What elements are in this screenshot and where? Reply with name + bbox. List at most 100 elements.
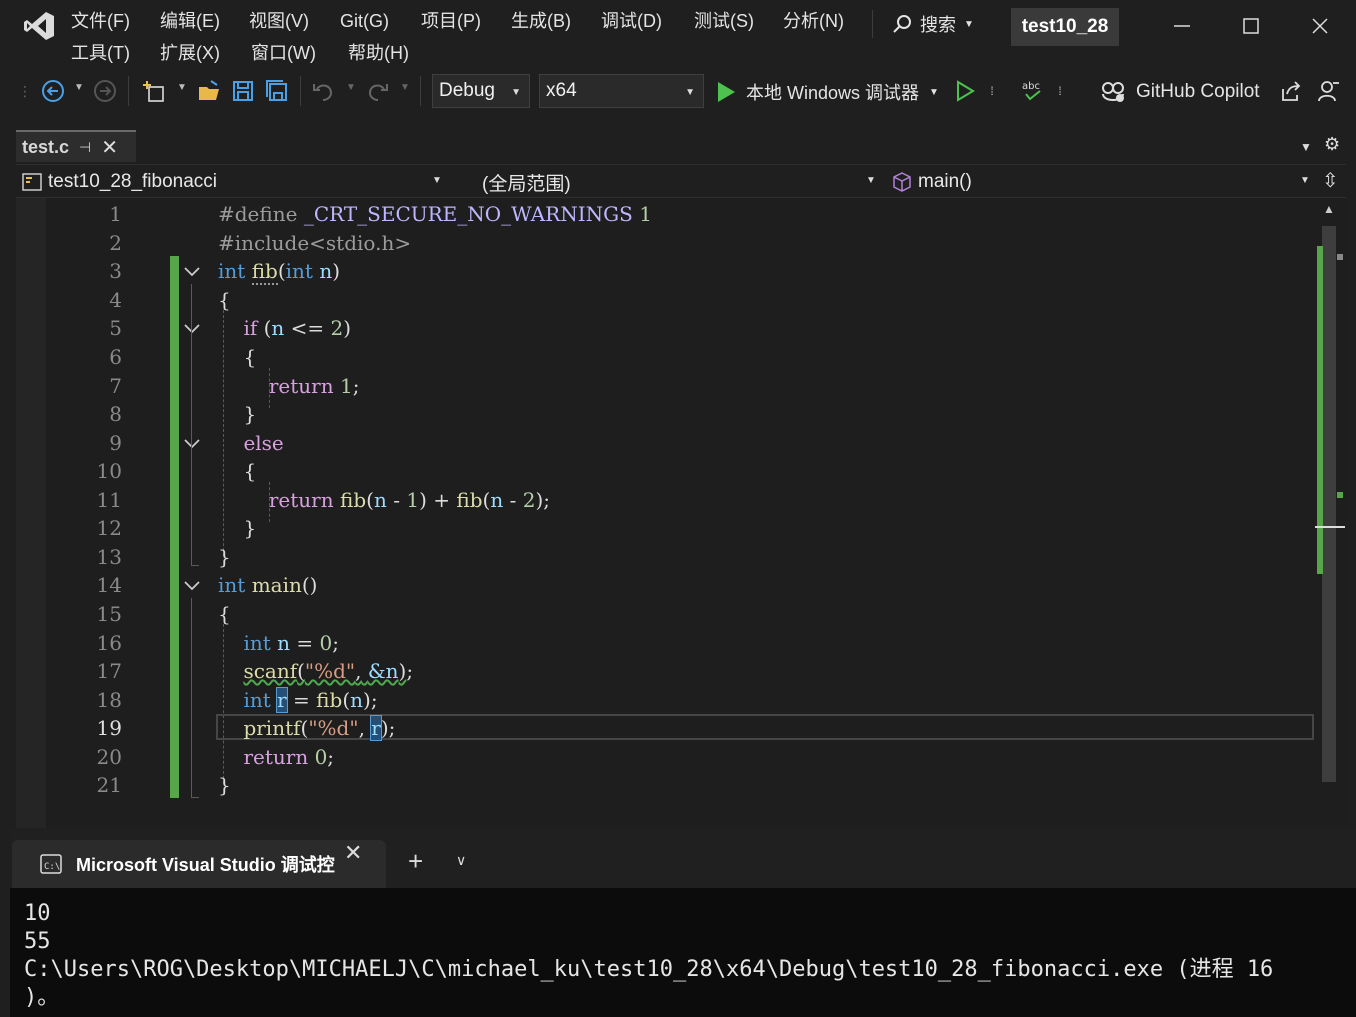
collapse-chevron-icon[interactable]: [182, 575, 202, 595]
menu-build[interactable]: 生成(B): [511, 9, 571, 33]
console-tab[interactable]: C:\ Microsoft Visual Studio 调试控: [12, 840, 386, 888]
code-line-12[interactable]: }: [218, 514, 256, 542]
code-line-5[interactable]: if (n <= 2): [218, 314, 351, 342]
solution-name-badge[interactable]: test10_28: [1011, 8, 1119, 46]
chevron-down-icon: ▼: [964, 18, 974, 30]
code-line-14[interactable]: int main(): [218, 571, 317, 599]
code-line-2[interactable]: #include<stdio.h>: [218, 229, 411, 257]
menu-debug[interactable]: 调试(D): [601, 9, 662, 33]
console-output-line: 10: [24, 901, 51, 926]
search-button[interactable]: 搜索 ▼: [892, 10, 974, 38]
scrollbar-thumb[interactable]: [1322, 226, 1336, 782]
tab-filename: test.c: [22, 136, 70, 157]
code-line-21[interactable]: }: [218, 771, 231, 799]
code-line-10[interactable]: {: [218, 457, 256, 485]
toolbar-overflow-icon[interactable]: ⁞: [1050, 78, 1070, 104]
menu-test[interactable]: 测试(S): [694, 9, 754, 33]
chevron-down-icon[interactable]: ▼: [1300, 175, 1310, 186]
redo-button[interactable]: [365, 78, 391, 104]
toolbar-grip-icon[interactable]: ⋮: [18, 78, 32, 104]
close-icon[interactable]: ✕: [101, 135, 118, 160]
chevron-down-icon: ▼: [929, 86, 939, 98]
svg-text:C:\: C:\: [44, 862, 60, 872]
code-line-1[interactable]: #define _CRT_SECURE_NO_WARNINGS 1: [218, 200, 652, 228]
chevron-down-icon[interactable]: ▼: [74, 82, 84, 93]
maximize-button[interactable]: [1231, 8, 1271, 44]
gear-icon[interactable]: ⚙: [1324, 134, 1340, 155]
outline-guide: [191, 284, 192, 566]
start-debugging-button[interactable]: 本地 Windows 调试器 ▼: [716, 78, 939, 106]
code-line-19[interactable]: printf("%d", r);: [218, 714, 395, 742]
menu-project[interactable]: 项目(P): [421, 9, 481, 33]
minimize-button[interactable]: [1162, 8, 1202, 44]
member-dropdown[interactable]: main(): [892, 168, 1312, 196]
menu-edit[interactable]: 编辑(E): [160, 9, 220, 33]
split-window-icon[interactable]: ⇳: [1322, 168, 1339, 193]
code-line-17[interactable]: scanf("%d", &n);: [218, 657, 413, 685]
tab-test-c[interactable]: test.c ⊣ ✕: [16, 130, 136, 162]
solution-platform-select[interactable]: x64 ▼: [539, 74, 704, 108]
spell-check-icon: abc: [1022, 81, 1041, 101]
code-line-9[interactable]: else: [218, 429, 283, 457]
save-all-button[interactable]: [264, 78, 290, 104]
save-button[interactable]: [230, 78, 256, 104]
code-line-8[interactable]: }: [218, 400, 256, 428]
scope-dropdown[interactable]: (全局范围): [482, 168, 882, 196]
tab-list-dropdown-icon[interactable]: ▼: [1300, 140, 1312, 154]
chevron-down-icon[interactable]: ▼: [177, 82, 187, 93]
chevron-down-icon[interactable]: ▼: [346, 82, 356, 93]
code-line-15[interactable]: {: [218, 600, 231, 628]
editor-glyph-margin[interactable]: [16, 198, 46, 828]
member-name: main(): [918, 171, 972, 192]
close-icon[interactable]: ✕: [344, 840, 362, 866]
code-line-18[interactable]: int r = fib(n);: [218, 686, 378, 714]
code-line-4[interactable]: {: [218, 286, 231, 314]
chevron-down-icon[interactable]: ▼: [866, 175, 876, 186]
chevron-down-icon[interactable]: ▼: [432, 175, 442, 186]
terminal-icon: C:\: [40, 854, 62, 874]
code-line-7[interactable]: return 1;: [218, 372, 360, 400]
menu-help[interactable]: 帮助(H): [348, 41, 409, 65]
collapse-chevron-icon[interactable]: [182, 318, 202, 338]
code-line-11[interactable]: return fib(n - 1) + fib(n - 2);: [218, 486, 550, 514]
chevron-down-icon[interactable]: ▼: [400, 82, 410, 93]
code-line-16[interactable]: int n = 0;: [218, 629, 339, 657]
new-tab-icon[interactable]: +: [408, 848, 423, 874]
toolbar-overflow-icon[interactable]: ⁞: [982, 78, 1002, 104]
debug-console-window[interactable]: C:\ Microsoft Visual Studio 调试控 ✕ + ∨ 10…: [10, 828, 1356, 1017]
code-line-6[interactable]: {: [218, 343, 256, 371]
menu-window[interactable]: 窗口(W): [251, 41, 316, 65]
feedback-button[interactable]: [1316, 78, 1342, 104]
collapse-chevron-icon[interactable]: [182, 261, 202, 281]
menu-git[interactable]: Git(G): [340, 9, 389, 33]
line-number: 14: [96, 573, 122, 597]
new-item-button[interactable]: [142, 78, 168, 104]
solution-configuration-select[interactable]: Debug ▼: [432, 74, 530, 108]
open-file-button[interactable]: [196, 78, 222, 104]
pin-icon[interactable]: ⊣: [79, 139, 91, 156]
code-line-20[interactable]: return 0;: [218, 743, 334, 771]
code-editor[interactable]: 1 2 3 4 5 6 7 8 9 10 11 12 13 14 15 16 1…: [16, 198, 1346, 828]
code-line-3[interactable]: int fib(int n): [218, 257, 340, 285]
navigate-back-button[interactable]: [40, 78, 66, 104]
navigate-forward-button[interactable]: [92, 78, 118, 104]
spell-check-button[interactable]: abc: [1020, 78, 1046, 104]
project-dropdown[interactable]: test10_28_fibonacci: [22, 168, 446, 196]
code-line-13[interactable]: }: [218, 543, 231, 571]
forward-arrow-icon: [94, 80, 116, 102]
menu-tools[interactable]: 工具(T): [71, 41, 130, 65]
undo-button[interactable]: [310, 78, 336, 104]
chevron-down-icon[interactable]: ∨: [456, 852, 466, 869]
scroll-up-icon[interactable]: ▲: [1323, 202, 1335, 216]
github-copilot-button[interactable]: GitHub Copilot: [1100, 78, 1260, 106]
menu-file[interactable]: 文件(F): [71, 9, 130, 33]
line-number: 12: [96, 516, 122, 540]
close-window-button[interactable]: [1300, 8, 1340, 44]
vertical-scrollbar[interactable]: ▲: [1315, 198, 1346, 828]
menu-analyze[interactable]: 分析(N): [783, 9, 844, 33]
collapse-chevron-icon[interactable]: [182, 433, 202, 453]
menu-view[interactable]: 视图(V): [249, 9, 309, 33]
menu-extensions[interactable]: 扩展(X): [160, 41, 220, 65]
start-without-debugging-button[interactable]: [952, 78, 978, 104]
share-button[interactable]: [1278, 78, 1304, 104]
